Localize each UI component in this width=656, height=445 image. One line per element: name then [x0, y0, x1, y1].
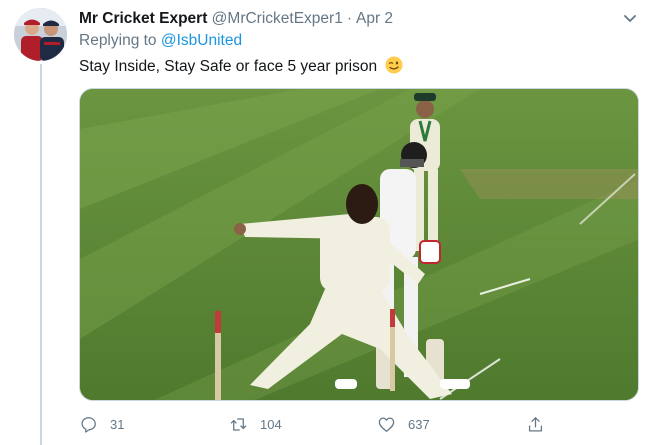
reply-icon: [81, 416, 96, 433]
like-button[interactable]: 637: [377, 410, 430, 438]
retweet-count: 104: [260, 416, 282, 432]
display-name[interactable]: Mr Cricket Expert: [79, 10, 207, 27]
tweet-text: Stay Inside, Stay Safe or face 5 year pr…: [79, 56, 403, 77]
separator: ·: [346, 10, 352, 27]
tweet-date[interactable]: Apr 2: [356, 10, 393, 27]
reply-button[interactable]: 31: [79, 410, 124, 438]
tweet-header: Mr Cricket Expert @MrCricketExper1 · Apr 2: [79, 9, 393, 29]
replying-to-label: Replying to: [79, 32, 157, 49]
tweet-body: Stay Inside, Stay Safe or face 5 year pr…: [79, 58, 378, 75]
replying-to: Replying to @IsbUnited: [79, 31, 242, 51]
share-icon: [528, 416, 543, 431]
share-button[interactable]: [526, 410, 557, 438]
retweet-button[interactable]: 104: [229, 410, 282, 438]
user-handle[interactable]: @MrCricketExper1: [212, 10, 343, 27]
retweet-icon: [230, 417, 247, 431]
like-count: 637: [408, 416, 430, 432]
heart-icon: [378, 417, 395, 432]
tweet-photo[interactable]: [79, 88, 639, 401]
avatar[interactable]: [14, 8, 67, 61]
reply-count: 31: [110, 416, 125, 432]
cricket-photo: [80, 89, 638, 400]
tweet[interactable]: Mr Cricket Expert @MrCricketExper1 · Apr 2…: [0, 0, 656, 445]
chevron-down-icon[interactable]: [621, 10, 639, 28]
replying-to-link[interactable]: @IsbUnited: [161, 32, 242, 49]
thread-line: [40, 64, 42, 445]
tweet-actions: 31 104 637: [79, 410, 559, 438]
winking-face-icon: [385, 56, 403, 74]
